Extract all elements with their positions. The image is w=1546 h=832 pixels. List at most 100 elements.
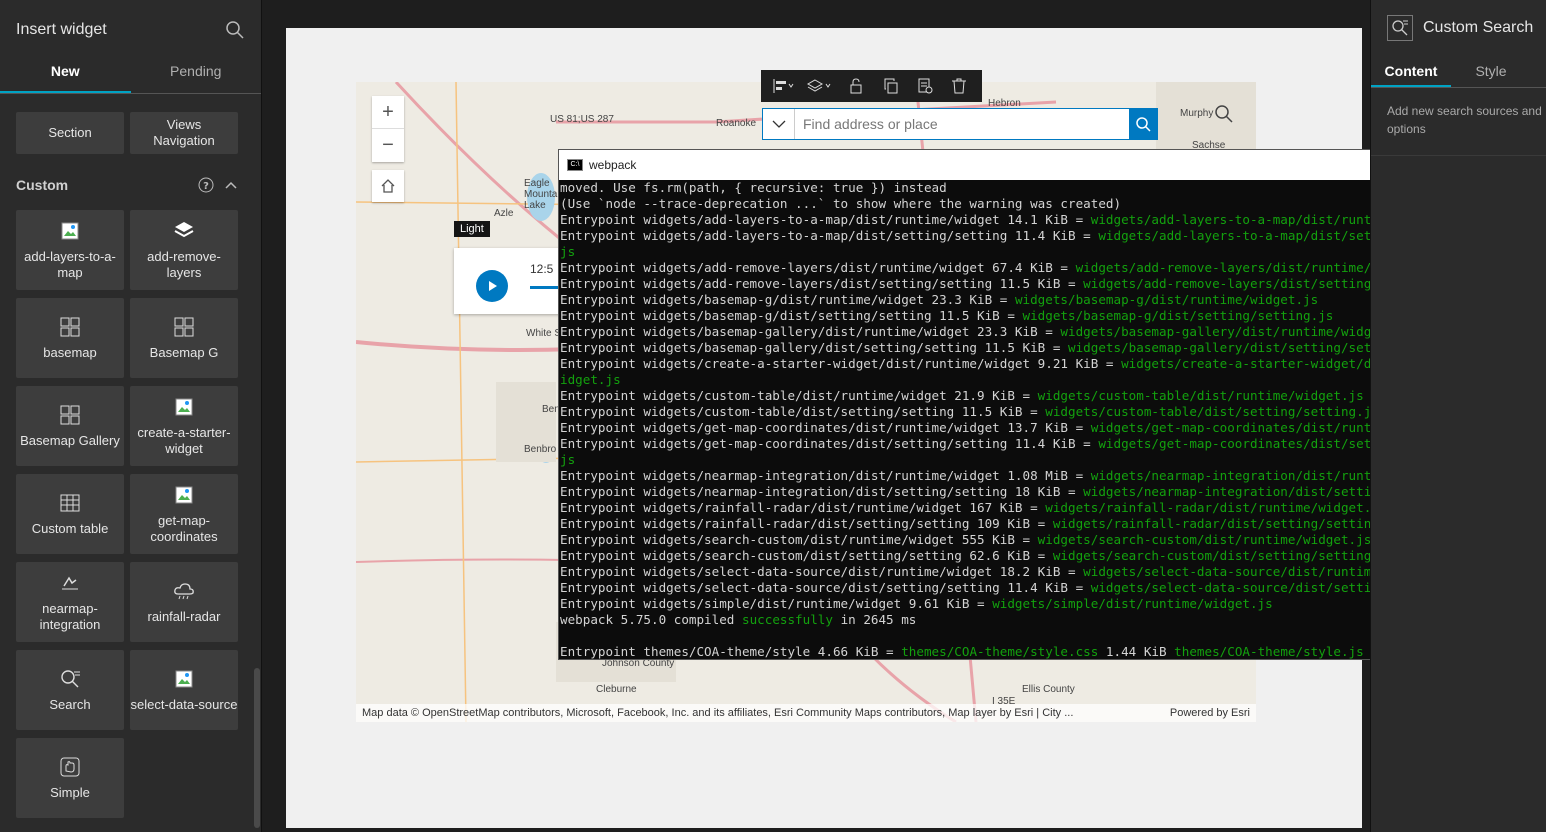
widget-tabs: New Pending [0, 60, 261, 94]
tab-content[interactable]: Content [1371, 56, 1451, 87]
widget-tile-rainfall-radar[interactable]: rainfall-radar [130, 562, 238, 642]
widget-label: create-a-starter-widget [137, 425, 231, 456]
basemap-grid-icon [172, 315, 196, 339]
widget-tile-nearmap-integration[interactable]: nearmap-integration [16, 562, 124, 642]
terminal-text: Entrypoint widgets/basemap-gallery/dist/… [560, 340, 1068, 355]
terminal-text: widgets/basemap-g/dist/runtime/widget.js [1014, 292, 1319, 307]
widget-tile-simple[interactable]: Simple [16, 738, 124, 818]
image-placeholder-icon [172, 395, 196, 419]
powered-by-esri[interactable]: Powered by Esri [1170, 704, 1250, 722]
terminal-text: (Use `node --trace-deprecation ...` to s… [560, 196, 1122, 211]
terminal-text: js [560, 244, 576, 259]
align-button[interactable] [772, 74, 796, 98]
search-icon [1136, 117, 1151, 132]
widget-tile-custom-table[interactable]: Custom table [16, 474, 124, 554]
save-template-button[interactable] [913, 74, 937, 98]
widget-tile-views-navigation[interactable]: Views Navigation [130, 112, 238, 154]
widget-tile-basemap-g[interactable]: Basemap G [130, 298, 238, 378]
search-input[interactable] [795, 109, 1129, 139]
map-search-icon[interactable] [1212, 102, 1236, 126]
tab-new[interactable]: New [0, 60, 131, 93]
widget-tile-create-a-starter-widget[interactable]: create-a-starter-widget [130, 386, 238, 466]
terminal-text: Entrypoint widgets/select-data-source/di… [560, 580, 1091, 595]
nearmap-icon [58, 571, 82, 595]
widget-label: Custom table [31, 521, 109, 536]
terminal-text: widgets/search-custom/dist/runtime/widge… [1037, 532, 1372, 547]
terminal-text: Entrypoint widgets/basemap-g/dist/runtim… [560, 292, 1015, 307]
unlock-icon [850, 78, 862, 94]
search-submit-button[interactable] [1129, 109, 1157, 139]
help-icon[interactable]: ? [198, 177, 214, 193]
widget-list-scrollbar[interactable] [254, 668, 260, 828]
custom-section-header[interactable]: Custom ? [16, 174, 238, 196]
widget-tile-get-map-coordinates[interactable]: get-map-coordinates [130, 474, 238, 554]
delete-button[interactable] [947, 74, 971, 98]
align-icon [773, 79, 794, 93]
terminal-text: themes/COA-theme/style.css [901, 644, 1099, 659]
widget-tile-basemap[interactable]: basemap [16, 298, 124, 378]
widget-tile-basemap-gallery[interactable]: Basemap Gallery [16, 386, 124, 466]
terminal-text: 1.44 KiB [1098, 644, 1175, 659]
widget-label: get-map-coordinates [150, 513, 218, 544]
chevron-down-icon [772, 120, 785, 128]
copy-icon [884, 78, 898, 94]
widget-list: Section Views Navigation Custom ? add-la… [0, 94, 262, 832]
terminal-text: Entrypoint widgets/get-map-coordinates/d… [560, 436, 1099, 451]
widget-label: nearmap-integration [39, 601, 101, 632]
basemap-grid-icon [58, 315, 82, 339]
hand-icon [58, 755, 82, 779]
terminal-text: Entrypoint widgets/search-custom/dist/ru… [560, 532, 1038, 547]
terminal-text: Entrypoint widgets/basemap-gallery/dist/… [560, 324, 1061, 339]
settings-description: Add new search sources and options [1371, 88, 1546, 138]
layer-order-button[interactable] [806, 74, 834, 98]
terminal-text: widgets/search-custom/dist/setting/setti… [1052, 548, 1395, 563]
play-button[interactable] [476, 270, 508, 302]
terminal-text: themes/COA-theme/style.js [1174, 644, 1364, 659]
terminal-text: Entrypoint widgets/custom-table/dist/run… [560, 388, 1038, 403]
widget-label: add-layers-to-a-map [24, 249, 116, 280]
widget-label: Search [49, 697, 91, 712]
widget-label: Basemap G [149, 345, 219, 360]
terminal-text: widgets/simple/dist/runtime/widget.js [992, 596, 1273, 611]
search-source-dropdown[interactable] [763, 109, 795, 139]
map-label: Cleburne [596, 684, 637, 695]
terminal-text: Entrypoint widgets/custom-table/dist/set… [560, 404, 1046, 419]
widget-tile-add-remove-layers[interactable]: add-remove-layers [130, 210, 238, 290]
widget-label: Section [48, 125, 92, 140]
terminal-text: Entrypoint themes/COA-theme/style 4.66 K… [560, 644, 902, 659]
table-icon [58, 491, 82, 515]
tab-pending[interactable]: Pending [131, 60, 262, 93]
terminal-text: Entrypoint widgets/get-map-coordinates/d… [560, 420, 1091, 435]
map-label: US 81;US 287 [550, 114, 614, 125]
widget-label: rainfall-radar [147, 609, 221, 624]
layers-icon [807, 79, 831, 92]
home-icon [381, 179, 395, 193]
widget-label: Views Navigation [153, 117, 215, 148]
widget-tile-select-data-source[interactable]: select-data-source [130, 650, 238, 730]
layers-icon [172, 219, 196, 243]
search-icon[interactable] [225, 20, 245, 40]
zoom-in-button[interactable]: + [372, 96, 404, 129]
search-widget [762, 108, 1158, 140]
custom-section-title: Custom [16, 177, 69, 193]
panel-title: Insert widget [16, 21, 107, 38]
settings-tabs: Content Style [1371, 56, 1546, 88]
image-placeholder-icon [172, 483, 196, 507]
map-attribution: Map data © OpenStreetMap contributors, M… [356, 704, 1256, 722]
terminal-text: in 2645 ms [832, 612, 917, 627]
terminal-text: widgets/basemap-gallery/dist/runtime/wid… [1060, 324, 1410, 339]
insert-widget-panel: Insert widget New Pending Section Views … [0, 0, 262, 832]
description-line: Add new search sources and [1387, 104, 1542, 118]
map-label: Ellis County [1022, 684, 1075, 695]
zoom-out-button[interactable]: − [372, 129, 404, 162]
duplicate-button[interactable] [879, 74, 903, 98]
lock-button[interactable] [844, 74, 868, 98]
widget-tile-section[interactable]: Section [16, 112, 124, 154]
widget-label: Simple [50, 785, 90, 800]
tab-style[interactable]: Style [1451, 56, 1531, 87]
terminal-text: Entrypoint widgets/search-custom/dist/se… [560, 548, 1053, 563]
widget-tile-search[interactable]: Search [16, 650, 124, 730]
home-button[interactable] [372, 170, 404, 202]
widget-tile-add-layers-to-a-map[interactable]: add-layers-to-a-map [16, 210, 124, 290]
chevron-up-icon[interactable] [224, 178, 238, 192]
